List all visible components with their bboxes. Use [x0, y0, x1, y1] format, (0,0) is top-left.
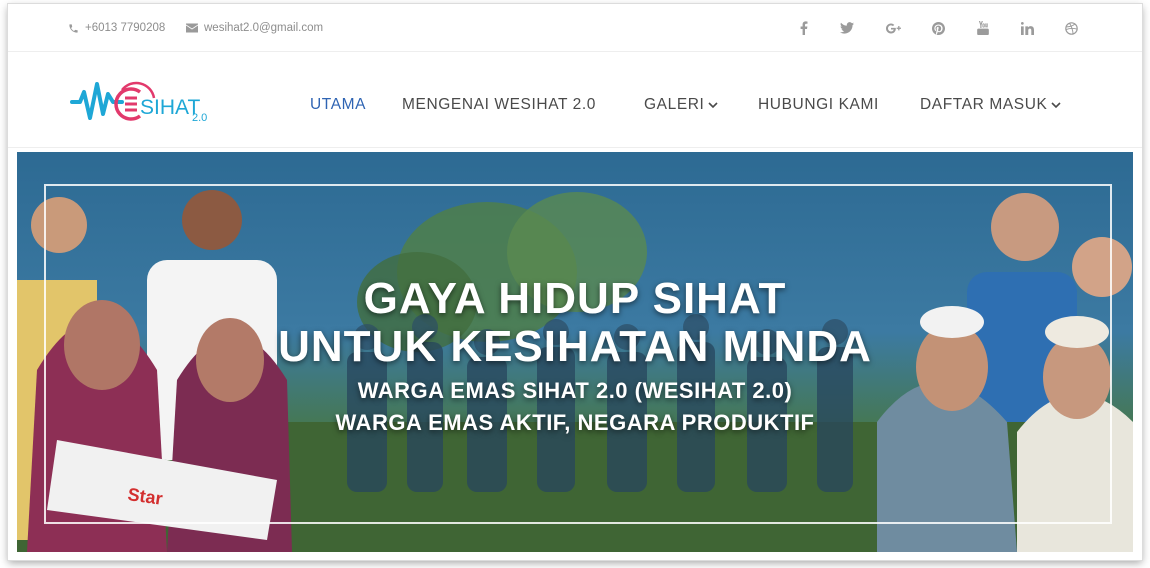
pinterest-icon[interactable] — [930, 20, 946, 36]
phone-number: +6013 7790208 — [85, 22, 166, 34]
nav-item-galeri[interactable]: GALERI — [644, 96, 719, 114]
facebook-icon[interactable] — [796, 20, 812, 36]
phone-contact[interactable]: +6013 7790208 — [68, 22, 165, 34]
nav-label: GALERI — [644, 96, 705, 113]
phone-icon — [69, 23, 78, 33]
logo-suffix: 2.0 — [192, 112, 207, 124]
dribbble-icon[interactable] — [1063, 20, 1079, 36]
twitter-icon[interactable] — [839, 20, 855, 36]
wesihat-logo[interactable]: SIHAT 2.0 — [70, 64, 210, 134]
nav-item-hubungi[interactable]: HUBUNGI KAMI — [758, 96, 879, 114]
nav-item-utama[interactable]: UTAMA — [310, 96, 366, 114]
envelope-icon — [186, 23, 198, 33]
browser-frame: +6013 7790208 wesihat2.0@gmail.com SIHAT… — [8, 4, 1142, 560]
nav-item-daftar-masuk[interactable]: DAFTAR MASUK — [920, 96, 1062, 114]
nav-item-mengenai[interactable]: MENGENAI WESIHAT 2.0 — [402, 96, 596, 114]
chevron-down-icon — [1051, 101, 1062, 108]
nav-label: UTAMA — [310, 96, 367, 113]
email-address: wesihat2.0@gmail.com — [204, 22, 324, 34]
top-bar: +6013 7790208 wesihat2.0@gmail.com — [8, 4, 1142, 52]
nav-label: DAFTAR MASUK — [920, 96, 1048, 113]
hero-headline-2: UNTUK KESIHATAN MINDA — [278, 322, 872, 371]
hero-banner[interactable]: Star GAYA HIDUP SIHAT UNTUK KESIHATAN MI… — [17, 152, 1133, 552]
nav-label: HUBUNGI KAMI — [758, 96, 879, 113]
google-plus-icon[interactable] — [885, 20, 901, 36]
youtube-icon[interactable] — [975, 20, 991, 36]
linkedin-icon[interactable] — [1019, 20, 1035, 36]
email-contact[interactable]: wesihat2.0@gmail.com — [186, 22, 323, 34]
nav-label: MENGENAI WESIHAT 2.0 — [402, 96, 597, 113]
hero-headline-1: GAYA HIDUP SIHAT — [363, 274, 787, 323]
hero-subtitle-2: WARGA EMAS AKTIF, NEGARA PRODUKTIF — [335, 410, 815, 435]
main-navbar: SIHAT 2.0 UTAMA MENGENAI WESIHAT 2.0 GAL… — [8, 52, 1142, 148]
hero-subtitle-1: WARGA EMAS SIHAT 2.0 (WESIHAT 2.0) — [357, 378, 793, 403]
chevron-down-icon — [708, 101, 719, 108]
